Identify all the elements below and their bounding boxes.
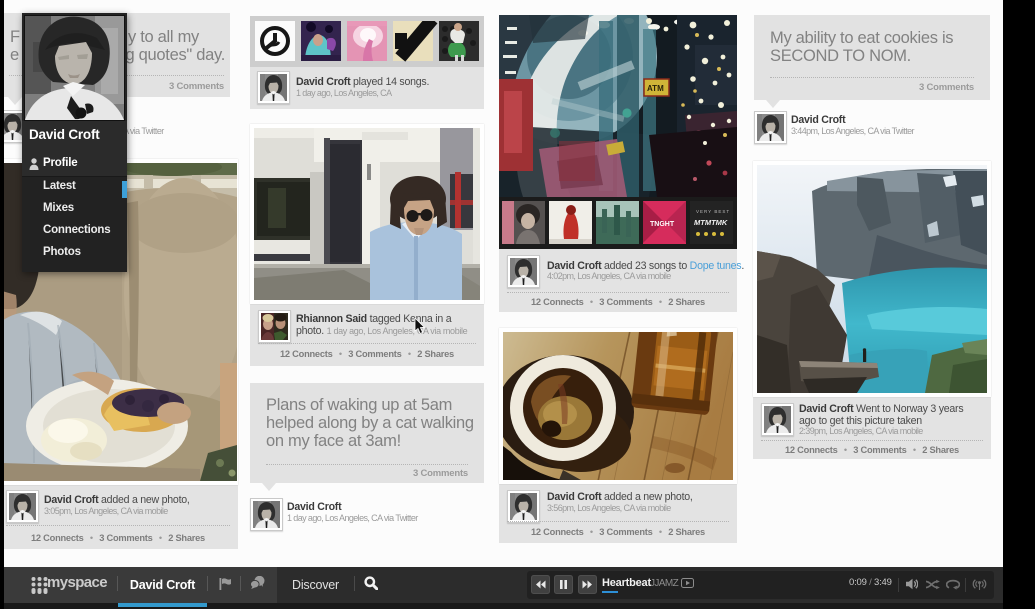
svg-text:ATM: ATM xyxy=(647,84,664,93)
svg-text:VERY BEST: VERY BEST xyxy=(696,209,730,214)
svg-text:MTMTMK: MTMTMK xyxy=(694,218,728,227)
svg-text:TNGHT: TNGHT xyxy=(650,221,675,228)
